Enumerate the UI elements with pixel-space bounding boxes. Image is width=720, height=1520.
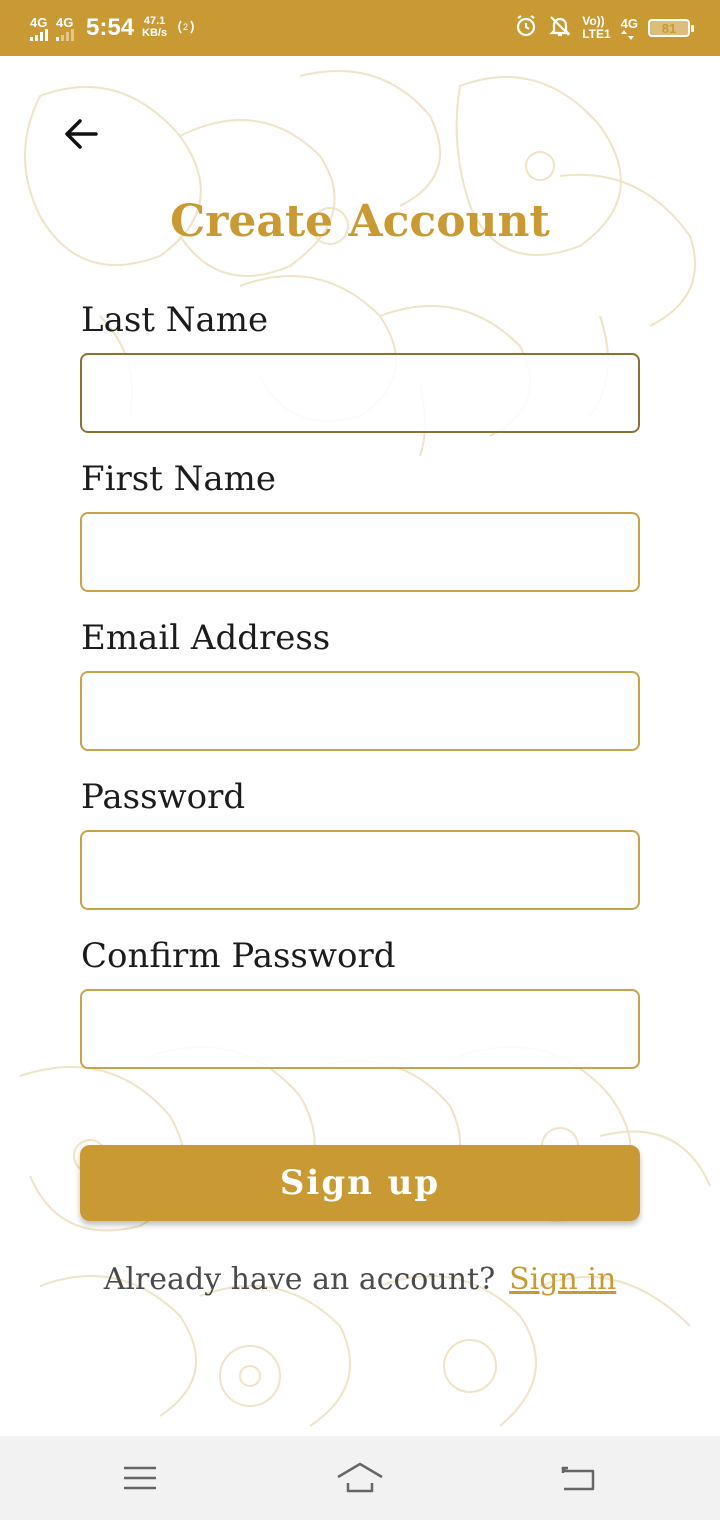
- sign-in-prompt: Already have an account? Sign in: [0, 1262, 720, 1297]
- nav-menu-button[interactable]: [110, 1454, 170, 1502]
- battery-icon: 81: [648, 19, 694, 37]
- speed-unit: KB/s: [142, 27, 168, 39]
- page-title: Create Account: [170, 196, 550, 247]
- notifications-off-icon: [548, 14, 572, 43]
- email-label: Email Address: [81, 618, 331, 658]
- hotspot-icon: 2: [175, 17, 197, 40]
- sign-in-prompt-text: Already have an account?: [103, 1262, 496, 1297]
- back-icon: [561, 1466, 595, 1491]
- email-input[interactable]: [80, 671, 640, 751]
- volte-bottom: LTE1: [582, 27, 611, 41]
- last-name-label: Last Name: [81, 300, 269, 340]
- battery-level: 81: [661, 20, 677, 36]
- password-input[interactable]: [80, 830, 640, 910]
- system-nav-bar: [0, 1436, 720, 1520]
- confirm-password-label: Confirm Password: [81, 936, 396, 976]
- sign-in-link[interactable]: Sign in: [509, 1262, 616, 1297]
- home-icon: [337, 1462, 383, 1493]
- nav-back-button[interactable]: [548, 1454, 608, 1502]
- svg-text:2: 2: [183, 22, 188, 32]
- sign-up-button[interactable]: Sign up: [80, 1145, 640, 1221]
- menu-icon: [124, 1466, 156, 1490]
- volte-indicator: Vo)) LTE1: [582, 15, 610, 40]
- network-type-2: 4G: [56, 14, 74, 30]
- network-speed: 47.1 KB/s: [142, 16, 167, 39]
- password-label: Password: [81, 777, 246, 817]
- signal-2: 4G: [56, 16, 74, 41]
- status-left: 4G 4G 5:54 47.1 KB/s 2: [30, 0, 197, 56]
- alarm-icon: [514, 14, 538, 43]
- confirm-password-input[interactable]: [80, 989, 640, 1069]
- first-name-input[interactable]: [80, 512, 640, 592]
- signal-bars-icon: [56, 28, 74, 41]
- data-indicator: 4G: [620, 15, 638, 40]
- status-bar: 4G 4G 5:54 47.1 KB/s 2 Vo)) LTE1 4G 81: [0, 0, 720, 56]
- first-name-label: First Name: [81, 459, 277, 499]
- signal-bars-icon: [30, 28, 48, 41]
- status-right: Vo)) LTE1 4G 81: [514, 0, 694, 56]
- data-arrows-icon: [620, 29, 634, 40]
- nav-home-button[interactable]: [330, 1454, 390, 1502]
- network-type-1: 4G: [30, 14, 48, 30]
- arrow-left-icon: [65, 119, 98, 149]
- last-name-input[interactable]: [80, 353, 640, 433]
- signal-1: 4G: [30, 16, 48, 41]
- network-type-3: 4G: [620, 15, 638, 31]
- clock: 5:54: [86, 14, 135, 41]
- back-button[interactable]: [60, 112, 104, 156]
